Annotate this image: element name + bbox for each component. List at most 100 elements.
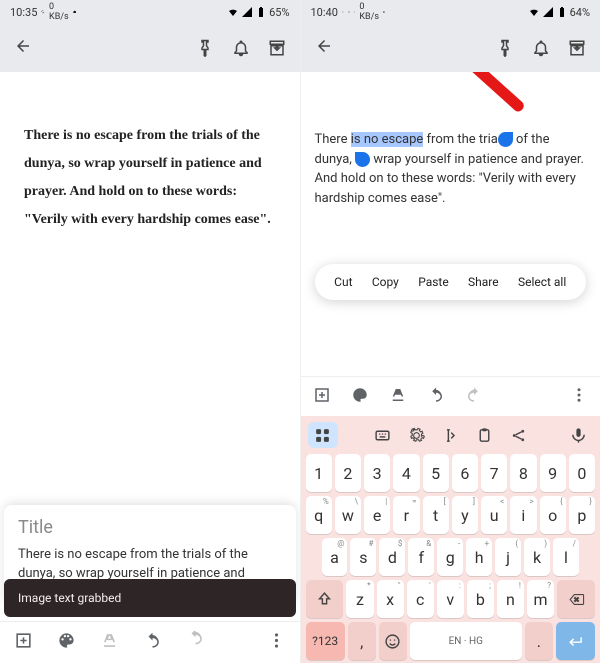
menu-paste[interactable]: Paste — [418, 275, 449, 289]
key-3[interactable]: 3 — [364, 454, 390, 492]
pin-icon[interactable] — [196, 39, 214, 57]
key-5[interactable]: 5 — [423, 454, 449, 492]
palette-icon[interactable] — [351, 386, 369, 408]
share-icon[interactable] — [503, 422, 533, 448]
key-w[interactable]: w\ — [335, 496, 361, 534]
keyboard-row-bottom: ?123 , EN · HG . — [306, 622, 596, 660]
reminder-icon[interactable] — [532, 39, 550, 57]
key-v[interactable]: v: — [437, 580, 464, 618]
keyboard-config-icon[interactable] — [367, 422, 397, 448]
add-icon[interactable] — [14, 631, 33, 654]
key-9[interactable]: 9 — [540, 454, 566, 492]
key-4[interactable]: 4 — [393, 454, 419, 492]
snackbar: Image text grabbed — [4, 579, 296, 617]
backspace-key[interactable] — [557, 580, 595, 618]
settings-icon[interactable] — [401, 422, 431, 448]
note-title-field[interactable]: Title — [18, 517, 282, 538]
screen-left: 10:35 0 KB/s 65% There is — [0, 0, 301, 663]
back-icon[interactable] — [315, 37, 333, 55]
menu-copy[interactable]: Copy — [372, 275, 399, 289]
more-icon[interactable] — [570, 386, 588, 408]
key-0[interactable]: 0 — [569, 454, 595, 492]
note-toolbar — [301, 376, 600, 416]
sync-icon — [342, 11, 344, 13]
key-l[interactable]: l/ — [553, 538, 579, 576]
key-d[interactable]: d$ — [379, 538, 405, 576]
battery-icon — [556, 6, 568, 18]
keyboard: 1234567890 q%w\e|r=t[y]u<i>o{p} a@s#d$f&… — [301, 416, 600, 663]
screen-right: 10:40 0 KB/s 64% — [301, 0, 600, 663]
key-q[interactable]: q% — [306, 496, 332, 534]
key-p[interactable]: p} — [569, 496, 595, 534]
reminder-icon[interactable] — [232, 39, 250, 57]
key-r[interactable]: r= — [393, 496, 419, 534]
status-bar: 10:40 0 KB/s 64% — [301, 0, 600, 24]
key-g[interactable]: g- — [437, 538, 463, 576]
enter-key[interactable] — [556, 622, 595, 660]
cursor-icon[interactable] — [435, 422, 465, 448]
screenshot-icon — [348, 11, 350, 13]
key-x[interactable]: x" — [377, 580, 404, 618]
redo-icon — [465, 386, 483, 408]
battery-percent: 65% — [269, 6, 289, 19]
clipboard-icon[interactable] — [469, 422, 499, 448]
shift-key[interactable] — [306, 580, 344, 618]
key-1[interactable]: 1 — [306, 454, 332, 492]
key-f[interactable]: f& — [408, 538, 434, 576]
key-2[interactable]: 2 — [335, 454, 361, 492]
key-u[interactable]: u< — [481, 496, 507, 534]
note-editor[interactable]: There is no escape from the tria of the … — [301, 98, 600, 208]
key-o[interactable]: o{ — [540, 496, 566, 534]
comma-key[interactable]: , — [348, 622, 376, 660]
menu-share[interactable]: Share — [468, 275, 499, 289]
selected-text: is no escape — [351, 132, 424, 147]
key-m[interactable]: m? — [527, 580, 554, 618]
text-format-icon — [100, 631, 119, 654]
key-k[interactable]: k) — [524, 538, 550, 576]
key-a[interactable]: a@ — [322, 538, 348, 576]
archive-icon[interactable] — [268, 39, 286, 57]
key-8[interactable]: 8 — [510, 454, 536, 492]
emoji-key[interactable] — [379, 622, 407, 660]
undo-icon[interactable] — [427, 386, 445, 408]
key-e[interactable]: e| — [364, 496, 390, 534]
menu-cut[interactable]: Cut — [334, 275, 352, 289]
key-h[interactable]: h+ — [466, 538, 492, 576]
key-7[interactable]: 7 — [481, 454, 507, 492]
key-i[interactable]: i> — [510, 496, 536, 534]
key-j[interactable]: j( — [495, 538, 521, 576]
key-n[interactable]: n! — [497, 580, 524, 618]
archive-icon[interactable] — [568, 39, 586, 57]
key-s[interactable]: s# — [350, 538, 376, 576]
keyboard-row-zxcv: z*x"c'v:b;n!m? — [306, 580, 596, 618]
key-t[interactable]: t[ — [423, 496, 449, 534]
keyboard-row-asdf: a@s#d$f&g-h+j(k)l/ — [306, 538, 596, 576]
add-icon[interactable] — [313, 386, 331, 408]
selection-handle-end[interactable] — [355, 152, 370, 167]
palette-icon[interactable] — [57, 631, 76, 654]
dnd-icon — [354, 11, 356, 13]
key-c[interactable]: c' — [407, 580, 434, 618]
pin-icon[interactable] — [496, 39, 514, 57]
menu-select-all[interactable]: Select all — [518, 275, 566, 289]
period-key[interactable]: . — [525, 622, 553, 660]
apps-icon[interactable] — [308, 422, 338, 448]
back-icon[interactable] — [14, 37, 32, 55]
key-z[interactable]: z* — [346, 580, 373, 618]
numbers-key[interactable]: ?123 — [306, 622, 345, 660]
undo-icon[interactable] — [143, 631, 162, 654]
battery-percent: 64% — [570, 6, 590, 19]
redo-icon — [186, 631, 205, 654]
status-speed: 0 KB/s — [49, 2, 69, 22]
more-icon[interactable] — [267, 631, 286, 654]
space-key[interactable]: EN · HG — [410, 622, 522, 660]
key-6[interactable]: 6 — [452, 454, 478, 492]
selection-handle-start[interactable] — [498, 132, 513, 147]
signal-icon — [241, 6, 253, 18]
battery-icon — [255, 6, 267, 18]
key-b[interactable]: b; — [467, 580, 494, 618]
key-y[interactable]: y] — [452, 496, 478, 534]
content-area: Cut Copy Paste Share Select all There is… — [301, 72, 600, 663]
mic-icon[interactable] — [563, 422, 593, 448]
text-format-icon[interactable] — [389, 386, 407, 408]
